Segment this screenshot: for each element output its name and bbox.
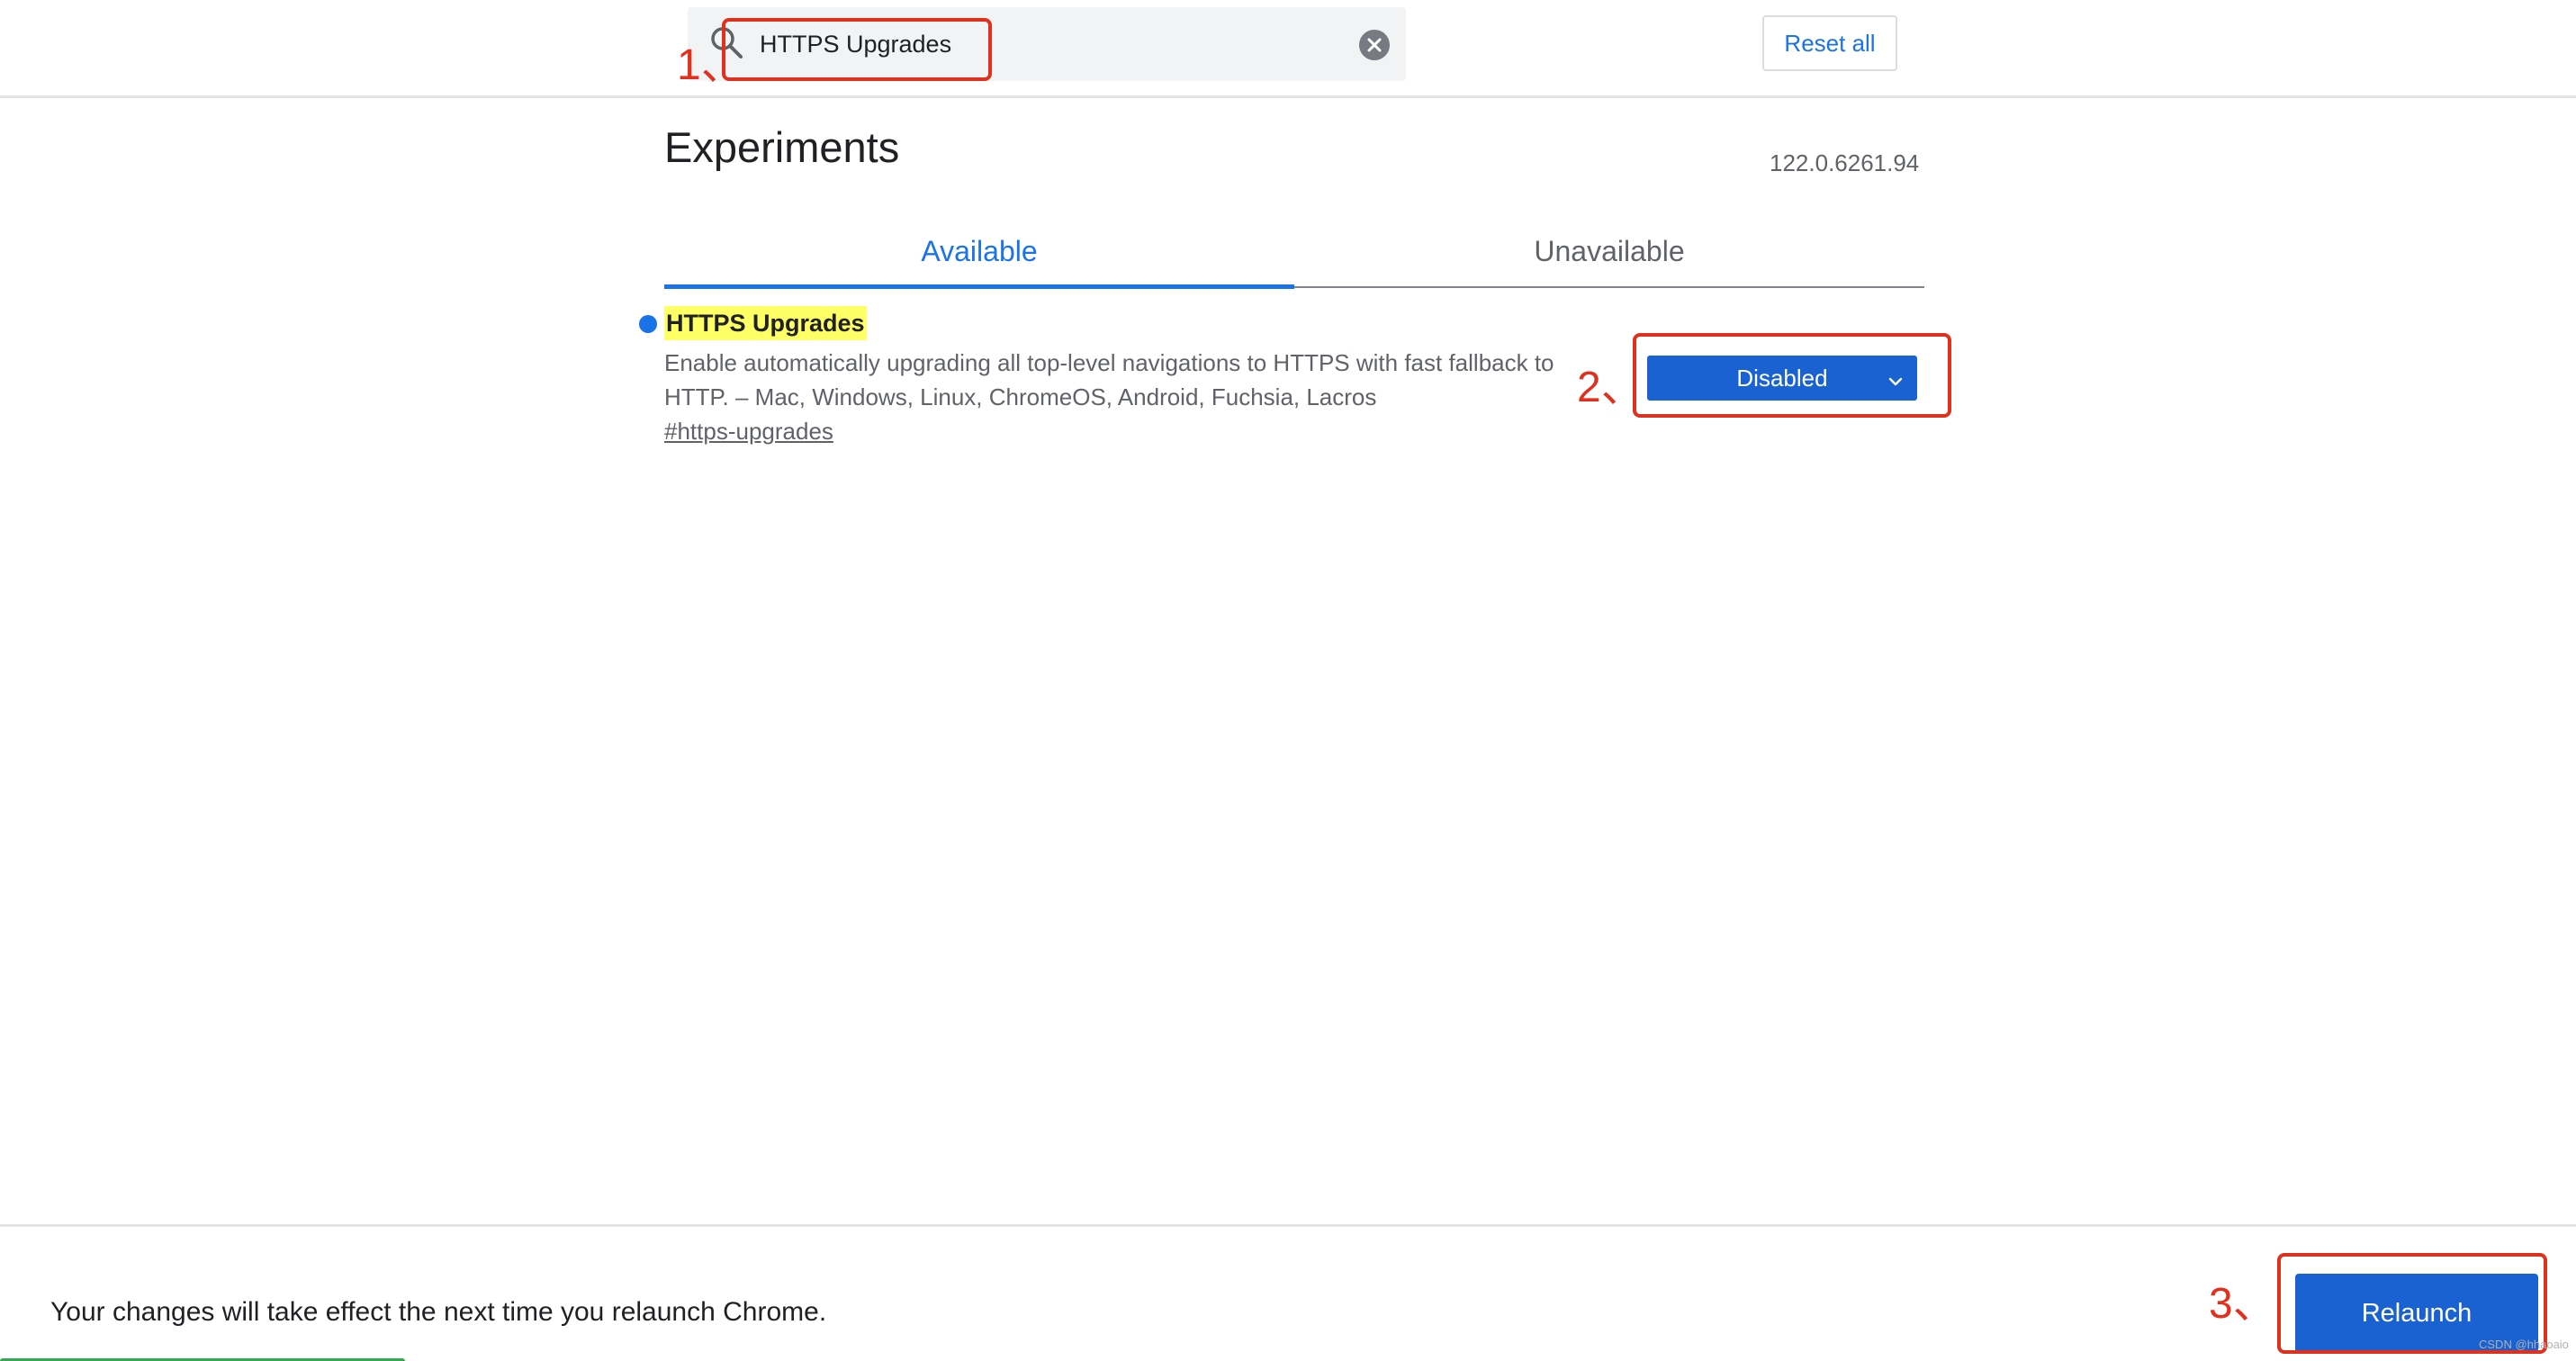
clear-icon[interactable] (1359, 30, 1390, 60)
chrome-flags-page: Reset all Experiments 122.0.6261.94 Avai… (0, 0, 2576, 1361)
watermark: CSDN @hhaoaio (2479, 1338, 2569, 1351)
annotation-step-2: 2、 (1577, 364, 1644, 411)
version-label: 122.0.6261.94 (1770, 149, 1920, 176)
annotation-box-select (1633, 333, 1951, 418)
annotation-step-1: 1、 (677, 41, 744, 89)
flag-permalink[interactable]: #https-upgrades (664, 418, 833, 446)
flag-description: Enable automatically upgrading all top-l… (664, 349, 1554, 410)
annotation-box-search (722, 18, 992, 81)
modified-dot-icon (639, 315, 657, 333)
page-title: Experiments (664, 123, 900, 171)
tab-unavailable[interactable]: Unavailable (1294, 216, 1924, 286)
tab-bar: Available Unavailable (664, 216, 1924, 289)
relaunch-message: Your changes will take effect the next t… (50, 1297, 827, 1327)
header: Reset all (0, 0, 2576, 98)
reset-all-button[interactable]: Reset all (1762, 15, 1897, 71)
relaunch-footer: Your changes will take effect the next t… (0, 1224, 2576, 1361)
tab-available[interactable]: Available (664, 216, 1294, 289)
annotation-step-3: 3、 (2209, 1280, 2276, 1328)
flag-name: HTTPS Upgrades (664, 306, 867, 340)
